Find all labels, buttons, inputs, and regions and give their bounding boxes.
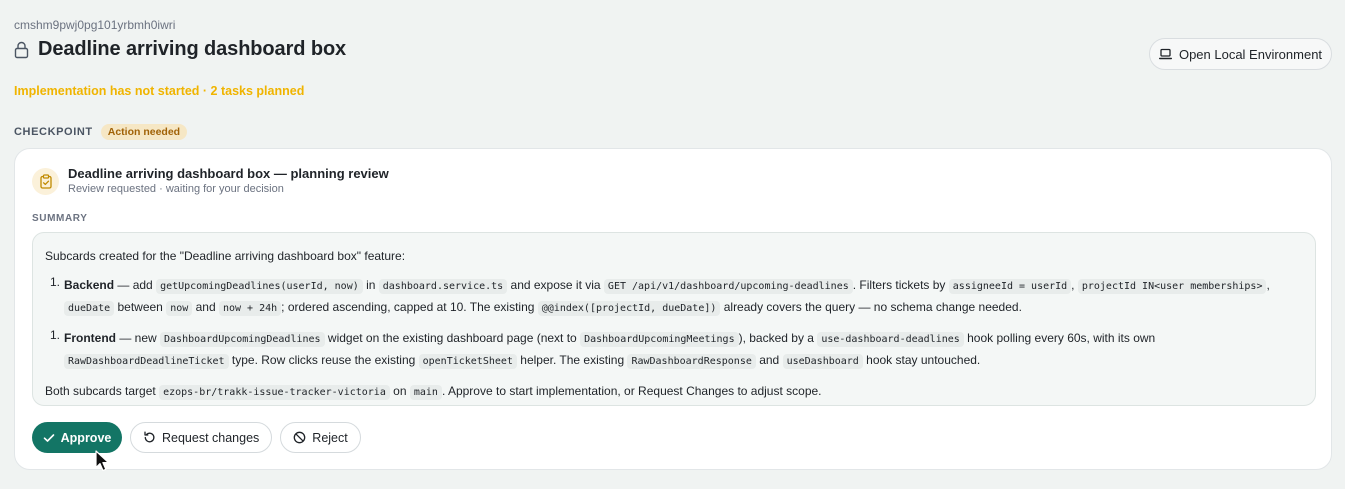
approve-label: Approve <box>60 430 112 445</box>
issue-id: cmshm9pwj0pg101yrbmh0iwri <box>14 18 176 32</box>
clipboard-check-icon <box>32 168 59 195</box>
step-text: . Filters tickets by <box>852 278 949 292</box>
code-snippet: getUpcomingDeadlines(userId, now) <box>156 279 363 294</box>
step-text: and expose it via <box>507 278 604 292</box>
review-actions: Approve Request changes Reject <box>32 422 361 453</box>
ban-icon <box>293 431 306 444</box>
step-text: , <box>1266 278 1270 292</box>
code-snippet: use-dashboard-deadlines <box>817 332 964 347</box>
step-text: , <box>1071 278 1078 292</box>
code-snippet: RawDashboardDeadlineTicket <box>64 354 229 369</box>
code-snippet: projectId IN<user memberships> <box>1077 279 1267 294</box>
step-text: type. Row clicks reuse the existing <box>228 353 419 367</box>
summary-intro: Subcards created for the "Deadline arriv… <box>45 249 406 263</box>
approve-button[interactable]: Approve <box>32 422 122 453</box>
step-text: hook stay untouched. <box>862 353 981 367</box>
step-text: between <box>114 300 167 314</box>
code-snippet: GET /api/v1/dashboard/upcoming-deadlines <box>603 279 853 294</box>
card-title: Deadline arriving dashboard box — planni… <box>68 166 389 181</box>
step-text: ), backed by a <box>738 331 818 345</box>
summary-step-backend: 1. Backend — add getUpcomingDeadlines(us… <box>45 275 1303 319</box>
check-icon <box>43 433 54 442</box>
code-snippet: useDashboard <box>782 354 863 369</box>
request-changes-label: Request changes <box>162 430 260 445</box>
step-body: Frontend — new DashboardUpcomingDeadline… <box>64 328 1303 372</box>
checkpoint-row: CHECKPOINT Action needed <box>14 124 188 140</box>
request-changes-button[interactable]: Request changes <box>130 422 273 453</box>
lock-icon <box>14 41 29 59</box>
open-local-environment-button[interactable]: Open Local Environment <box>1149 38 1332 70</box>
code-snippet: DashboardUpcomingDeadlines <box>160 332 325 347</box>
outro-text: Both subcards target <box>45 384 160 398</box>
page: cmshm9pwj0pg101yrbmh0iwri Deadline arriv… <box>0 0 1345 489</box>
step-number: 1. <box>50 328 61 342</box>
reject-button[interactable]: Reject <box>280 422 361 453</box>
step-body: Backend — add getUpcomingDeadlines(userI… <box>64 275 1303 319</box>
step-text: helper. The existing <box>516 353 628 367</box>
step-text: — add <box>114 278 157 292</box>
summary-step-frontend: 1. Frontend — new DashboardUpcomingDeadl… <box>45 328 1303 372</box>
outro-text: on <box>389 384 410 398</box>
step-text: — new <box>116 331 161 345</box>
step-text: widget on the existing dashboard page (n… <box>324 331 581 345</box>
step-name: Backend <box>64 278 115 292</box>
page-title: Deadline arriving dashboard box <box>38 38 347 60</box>
step-number: 1. <box>50 275 61 289</box>
code-snippet: now <box>166 301 193 316</box>
summary-box: Subcards created for the "Deadline arriv… <box>32 232 1316 406</box>
step-text: already covers the query — no schema cha… <box>720 300 1022 314</box>
step-text: ; ordered ascending, capped at 10. The e… <box>281 300 538 314</box>
laptop-icon <box>1158 48 1172 60</box>
card-subtitle: Review requested · waiting for your deci… <box>68 183 284 195</box>
open-local-environment-label: Open Local Environment <box>1178 46 1323 62</box>
code-snippet: DashboardUpcomingMeetings <box>580 332 739 347</box>
action-needed-badge: Action needed <box>100 124 188 140</box>
summary-outro: Both subcards target ezops-br/trakk-issu… <box>45 381 1303 403</box>
code-snippet: openTicketSheet <box>418 354 517 369</box>
step-text: and <box>192 300 219 314</box>
title-row: Deadline arriving dashboard box <box>14 38 346 61</box>
checkpoint-label: CHECKPOINT <box>14 126 93 138</box>
outro-text: . Approve to start implementation, or Re… <box>441 384 822 398</box>
undo-icon <box>144 431 155 443</box>
code-snippet: main <box>409 385 442 400</box>
code-snippet: now + 24h <box>218 301 282 316</box>
step-name: Frontend <box>64 331 116 345</box>
reject-label: Reject <box>312 430 348 445</box>
code-snippet: dueDate <box>64 301 115 316</box>
implementation-status: Implementation has not started · 2 tasks… <box>14 84 305 98</box>
step-text: and <box>755 353 783 367</box>
code-snippet: ezops-br/trakk-issue-tracker-victoria <box>159 385 390 400</box>
code-snippet: RawDashboardResponse <box>627 354 756 369</box>
planning-review-card: Deadline arriving dashboard box — planni… <box>14 148 1332 470</box>
code-snippet: @@index([projectId, dueDate]) <box>537 301 721 316</box>
step-text: hook polling every 60s, with its own <box>963 331 1156 345</box>
code-snippet: dashboard.service.ts <box>378 279 508 294</box>
step-text: in <box>362 278 379 292</box>
code-snippet: assigneeId = userId <box>948 279 1072 294</box>
summary-label: SUMMARY <box>32 213 88 224</box>
